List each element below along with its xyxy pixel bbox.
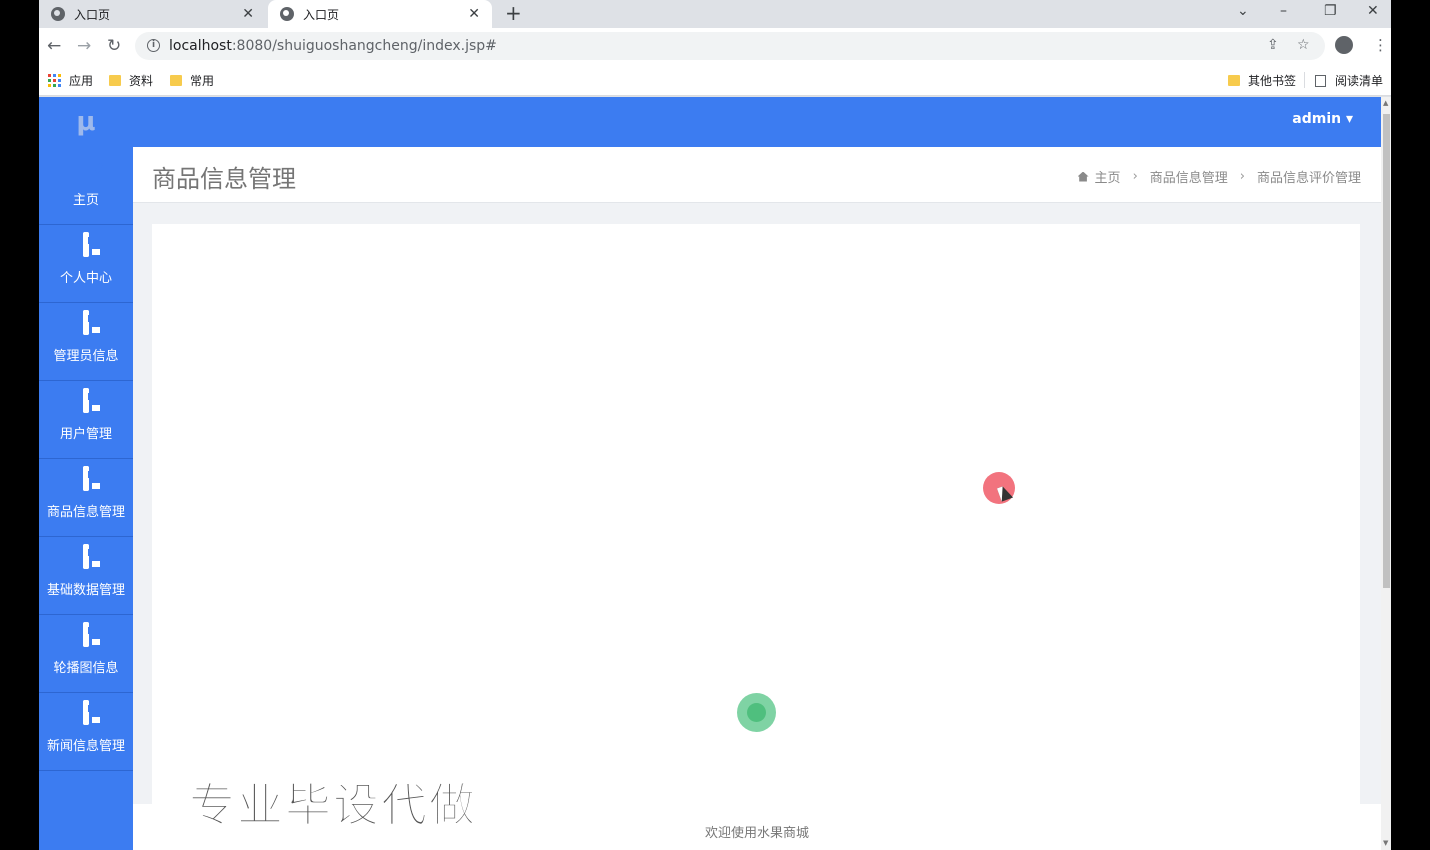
- watermark-text: 专业毕设代做: [189, 778, 477, 833]
- profile-avatar[interactable]: [1335, 36, 1353, 54]
- restore-button[interactable]: ❐: [1324, 0, 1337, 24]
- sidebar-item-label: 轮播图信息: [53, 661, 119, 676]
- url-text[interactable]: localhost:8080/shuiguoshangcheng/index.j…: [169, 38, 497, 54]
- sidebar-item-profile[interactable]: 个人中心: [39, 225, 133, 303]
- browser-window: 入口页 ✕ 入口页 ✕ + ⌄ – ❐ ✕ ← → ↻ i localhost:…: [39, 0, 1391, 850]
- home-icon: [1077, 171, 1089, 182]
- bookmark-star-icon[interactable]: ☆: [1297, 37, 1310, 53]
- minimize-button[interactable]: –: [1280, 0, 1287, 24]
- reload-button[interactable]: ↻: [107, 36, 121, 56]
- tab-title: 入口页: [74, 7, 111, 22]
- tab-search-icon[interactable]: ⌄: [1237, 0, 1249, 24]
- bookmark-folder[interactable]: 资料: [109, 72, 153, 89]
- folder-icon: [1228, 75, 1240, 86]
- monitor-icon: [83, 466, 89, 491]
- browser-menu-icon[interactable]: ⋮: [1373, 36, 1388, 54]
- sidebar-item-label: 管理员信息: [53, 349, 119, 364]
- sidebar-item-label: 基础数据管理: [46, 583, 125, 598]
- monitor-icon: [83, 700, 89, 725]
- address-bar[interactable]: i localhost:8080/shuiguoshangcheng/index…: [135, 32, 1325, 60]
- sidebar-item-admins[interactable]: 管理员信息: [39, 303, 133, 381]
- bookmark-apps[interactable]: 应用: [48, 72, 93, 89]
- bookmark-folder[interactable]: 常用: [170, 72, 214, 89]
- bookmarks-divider: [1304, 72, 1305, 88]
- chevron-right-icon: ›: [1239, 169, 1245, 184]
- monitor-icon: [83, 310, 89, 335]
- monitor-icon: [83, 622, 89, 647]
- sidebar-item-news[interactable]: 新闻信息管理: [39, 693, 133, 771]
- apps-grid-icon: [48, 74, 61, 87]
- caret-down-icon: ▾: [1345, 111, 1353, 127]
- monitor-icon: [83, 544, 89, 569]
- tab-strip: 入口页 ✕ 入口页 ✕ + ⌄ – ❐ ✕: [39, 0, 1391, 28]
- close-window-button[interactable]: ✕: [1367, 0, 1379, 24]
- page-viewport: μ 主页 个人中心 管理员信息 用户管理 商品信息管理 基础数据管理 轮播图信息…: [39, 97, 1391, 850]
- browser-tab-active[interactable]: 入口页 ✕: [268, 0, 492, 28]
- sidebar-item-base-data[interactable]: 基础数据管理: [39, 537, 133, 615]
- top-navbar: admin ▾: [133, 97, 1381, 147]
- page-scrollbar[interactable]: ▲ ▼: [1381, 97, 1391, 850]
- folder-icon: [109, 75, 121, 86]
- breadcrumb-item[interactable]: 商品信息管理: [1150, 167, 1228, 186]
- scroll-down-icon[interactable]: ▼: [1383, 839, 1388, 847]
- scrollbar-thumb[interactable]: [1383, 114, 1390, 588]
- sidebar-item-label: 个人中心: [59, 271, 112, 286]
- breadcrumb: 主页 › 商品信息管理 › 商品信息评价管理: [1077, 167, 1361, 186]
- loading-indicator: [737, 693, 776, 732]
- sidebar-item-home[interactable]: 主页: [39, 147, 133, 225]
- reading-list[interactable]: 阅读清单: [1315, 72, 1383, 89]
- share-icon[interactable]: ⇪: [1267, 37, 1279, 53]
- sidebar-item-label: 新闻信息管理: [46, 739, 125, 754]
- monitor-icon: [83, 232, 89, 257]
- info-icon[interactable]: i: [147, 39, 160, 52]
- breadcrumb-current: 商品信息评价管理: [1256, 171, 1361, 186]
- chevron-right-icon: ›: [1132, 169, 1138, 184]
- reading-list-icon: [1315, 74, 1326, 87]
- folder-icon: [170, 75, 182, 86]
- bookmarks-bar: 应用 资料 常用 其他书签 阅读清单: [39, 64, 1391, 96]
- sidebar-item-label: 主页: [72, 193, 99, 208]
- user-menu[interactable]: admin ▾: [1292, 111, 1353, 127]
- scroll-up-icon[interactable]: ▲: [1383, 99, 1388, 107]
- sidebar-item-carousel[interactable]: 轮播图信息: [39, 615, 133, 693]
- browser-toolbar: ← → ↻ i localhost:8080/shuiguoshangcheng…: [39, 28, 1391, 64]
- sidebar: μ 主页 个人中心 管理员信息 用户管理 商品信息管理 基础数据管理 轮播图信息…: [39, 97, 133, 850]
- close-tab-icon[interactable]: ✕: [242, 6, 254, 22]
- forward-button[interactable]: →: [77, 36, 91, 56]
- globe-icon: [51, 7, 65, 21]
- page-header: 商品信息管理 主页 › 商品信息管理 › 商品信息评价管理: [133, 147, 1381, 203]
- tab-title: 入口页: [303, 7, 340, 22]
- sidebar-item-label: 用户管理: [59, 427, 112, 442]
- globe-icon: [280, 7, 294, 21]
- browser-tab[interactable]: 入口页 ✕: [39, 0, 266, 28]
- bookmark-other[interactable]: 其他书签: [1228, 72, 1296, 89]
- page-title: 商品信息管理: [152, 165, 296, 193]
- sidebar-item-label: 商品信息管理: [46, 505, 125, 520]
- app-logo: μ: [76, 107, 96, 137]
- new-tab-button[interactable]: +: [505, 0, 522, 28]
- back-button[interactable]: ←: [47, 36, 61, 56]
- sidebar-item-users[interactable]: 用户管理: [39, 381, 133, 459]
- close-tab-icon[interactable]: ✕: [468, 6, 480, 22]
- breadcrumb-home[interactable]: 主页: [1095, 167, 1121, 186]
- monitor-icon: [83, 388, 89, 413]
- sidebar-item-products[interactable]: 商品信息管理: [39, 459, 133, 537]
